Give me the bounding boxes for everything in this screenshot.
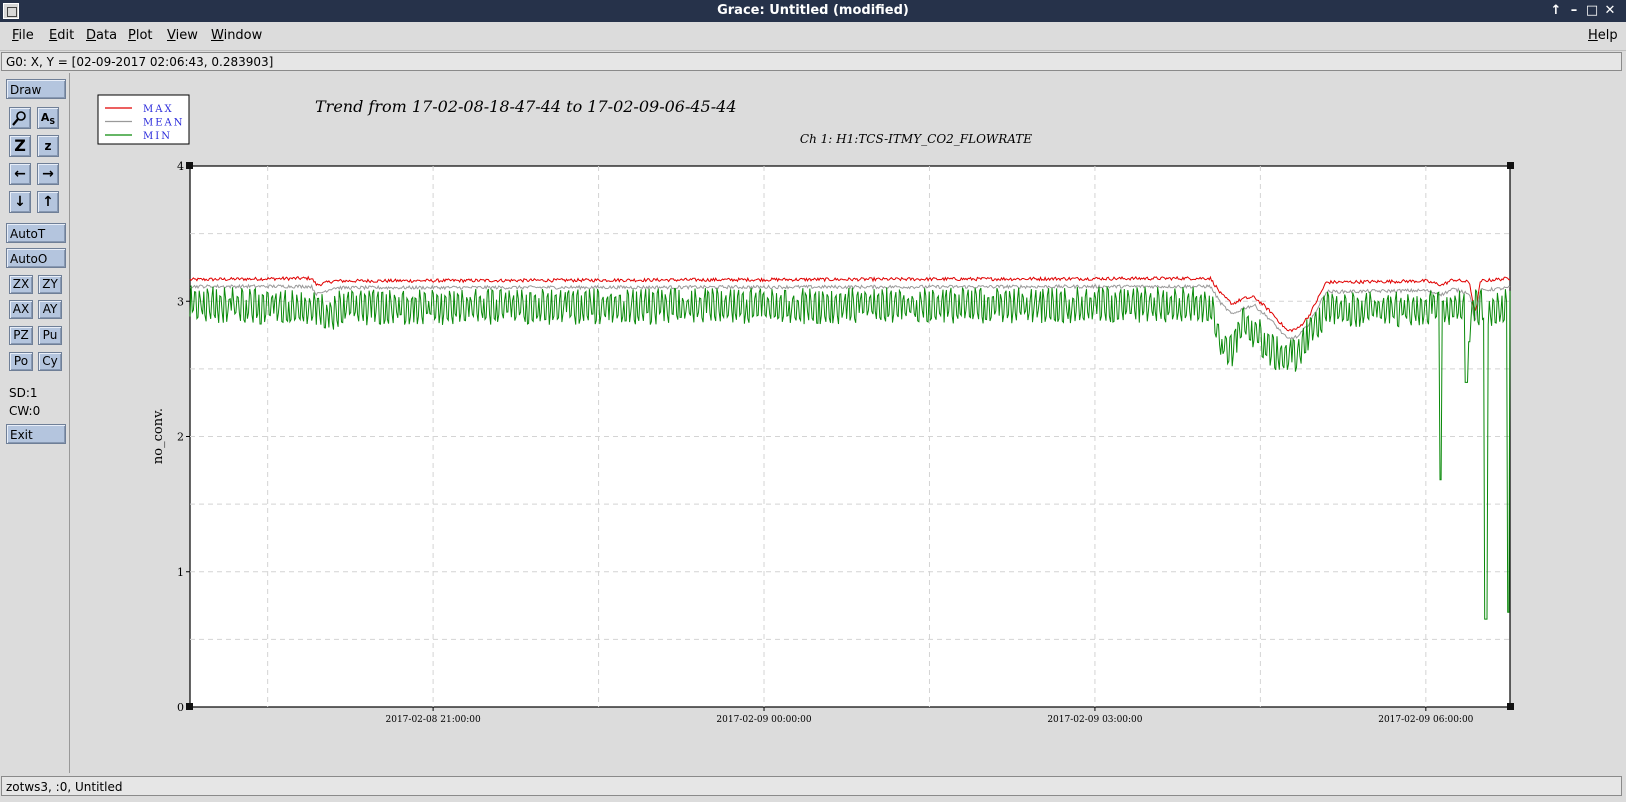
autot-button[interactable]: AutoT — [6, 223, 66, 243]
menu-help[interactable]: Help — [1588, 28, 1618, 43]
chart-title: Trend from 17-02-08-18-47-44 to 17-02-09… — [315, 97, 737, 116]
close-icon[interactable]: ✕ — [1602, 2, 1618, 20]
y-tick-label: 4 — [177, 160, 184, 173]
x-tick-label: 2017-02-09 03:00:00 — [1047, 715, 1142, 725]
draw-button[interactable]: Draw — [6, 79, 66, 99]
legend-entry: MAX — [143, 104, 174, 115]
y-axis-label: no_conv. — [151, 408, 166, 464]
plot-canvas[interactable]: MAX MEAN MIN Trend from 17-02-08-18-47-44 … — [70, 73, 1622, 773]
po-button[interactable]: Po — [9, 352, 33, 371]
cw-label: CW:0 — [9, 404, 41, 418]
arrow-up-icon[interactable]: ↑ — [37, 191, 59, 213]
ax-button[interactable]: AX — [9, 300, 33, 319]
text-icon[interactable]: AS — [37, 107, 59, 129]
legend-entry: MIN — [143, 131, 172, 142]
exit-button[interactable]: Exit — [6, 424, 66, 444]
minimize-icon[interactable]: – — [1566, 2, 1582, 20]
menu-bar: File Edit Data Plot View Window Help — [0, 22, 1626, 51]
zx-button[interactable]: ZX — [9, 275, 33, 294]
title-bar: Grace: Untitled (modified) ↑ – □ ✕ — [0, 0, 1626, 22]
legend-entry: MEAN — [143, 118, 185, 129]
corner-handle[interactable] — [186, 162, 193, 169]
arrow-right-icon[interactable]: → — [37, 163, 59, 185]
zoom-in-z-icon[interactable]: Z — [9, 135, 31, 157]
locator-readout: G0: X, Y = [02-09-2017 02:06:43, 0.28390… — [1, 52, 1622, 71]
keep-above-icon[interactable]: ↑ — [1548, 2, 1564, 20]
menu-window[interactable]: Window — [211, 28, 262, 43]
menu-plot[interactable]: Plot — [128, 28, 153, 43]
menu-data[interactable]: Data — [86, 28, 117, 43]
magnifier-icon[interactable] — [9, 107, 31, 129]
status-bar: zotws3, :0, Untitled — [1, 776, 1622, 796]
arrow-down-icon[interactable]: ↓ — [9, 191, 31, 213]
toolbar: Draw AS Z z ← → ↓ ↑ AutoT AutoO ZX ZY AX… — [0, 73, 70, 773]
pu-button[interactable]: Pu — [38, 326, 62, 345]
cy-button[interactable]: Cy — [38, 352, 62, 371]
y-tick-label: 2 — [177, 431, 184, 444]
corner-handle[interactable] — [1507, 703, 1514, 710]
corner-handle[interactable] — [186, 703, 193, 710]
maximize-icon[interactable]: □ — [1584, 2, 1600, 20]
pz-button[interactable]: PZ — [9, 326, 33, 345]
corner-handle[interactable] — [1507, 162, 1514, 169]
y-tick-label: 0 — [177, 701, 184, 714]
zy-button[interactable]: ZY — [38, 275, 62, 294]
sd-label: SD:1 — [9, 386, 38, 400]
y-tick-label: 1 — [177, 566, 184, 579]
chart: MAX MEAN MIN Trend from 17-02-08-18-47-44 … — [97, 94, 1514, 725]
menu-view[interactable]: View — [167, 28, 198, 43]
zoom-out-z-icon[interactable]: z — [37, 135, 59, 157]
chart-subtitle: Ch 1: H1:TCS-ITMY_CO2_FLOWRATE — [800, 132, 1032, 146]
x-tick-label: 2017-02-09 00:00:00 — [716, 715, 811, 725]
menu-edit[interactable]: Edit — [49, 28, 74, 43]
ay-button[interactable]: AY — [38, 300, 62, 319]
y-tick-label: 3 — [177, 295, 184, 308]
autoo-button[interactable]: AutoO — [6, 248, 66, 268]
x-tick-label: 2017-02-08 21:00:00 — [386, 715, 481, 725]
window-title: Grace: Untitled (modified) — [717, 3, 909, 18]
menu-file[interactable]: File — [12, 28, 34, 43]
arrow-left-icon[interactable]: ← — [9, 163, 31, 185]
x-tick-label: 2017-02-09 06:00:00 — [1378, 715, 1473, 725]
